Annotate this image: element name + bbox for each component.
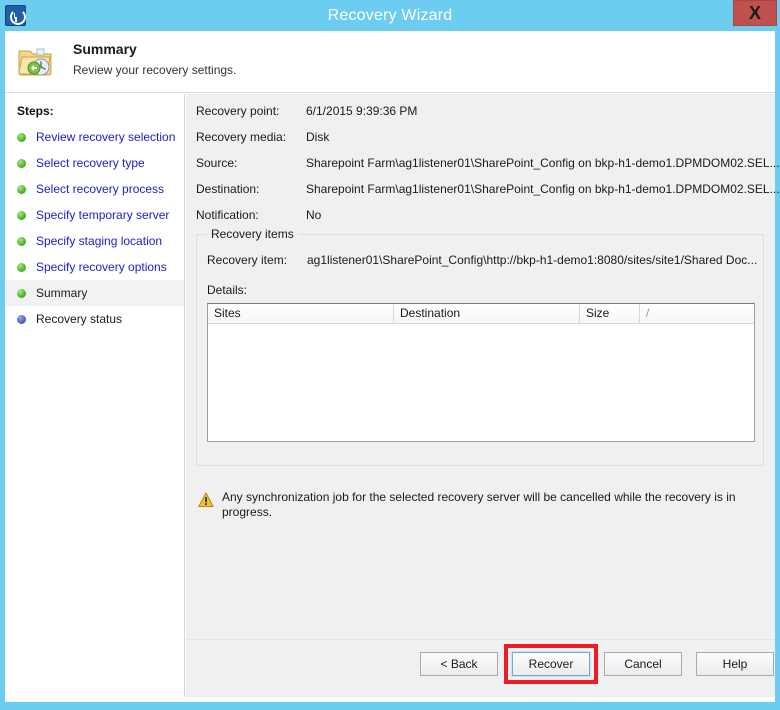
sidebar-step-select-recovery-type[interactable]: Select recovery type [5, 150, 184, 176]
summary-field-recovery-point: Recovery point: 6/1/2015 9:39:36 PM [196, 104, 417, 118]
field-label: Notification: [196, 208, 259, 222]
step-status-icon [17, 262, 26, 272]
column-header-destination[interactable]: Destination [394, 304, 580, 323]
window-title: Recovery Wizard [327, 6, 453, 24]
step-label: Specify temporary server [36, 208, 170, 222]
step-label: Specify recovery options [36, 260, 167, 274]
recover-button[interactable]: Recover [511, 651, 591, 677]
sidebar-step-summary: Summary [5, 280, 184, 306]
column-header-sites[interactable]: Sites [208, 304, 394, 323]
step-label: Select recovery type [36, 156, 145, 170]
summary-field-notification: Notification: No [196, 208, 321, 222]
column-header-size[interactable]: Size [580, 304, 640, 323]
steps-list: Review recovery selection Select recovery… [5, 124, 184, 332]
summary-field-source: Source: Sharepoint Farm\ag1listener01\Sha… [196, 156, 780, 170]
steps-label: Steps: [17, 104, 54, 118]
sidebar-step-specify-temporary-server[interactable]: Specify temporary server [5, 202, 184, 228]
step-label: Specify staging location [36, 234, 163, 248]
field-value: 6/1/2015 9:39:36 PM [306, 104, 418, 118]
step-status-icon [17, 184, 26, 194]
page-title: Summary [73, 41, 137, 57]
footer-bar: < Back Recover Cancel Help [186, 639, 775, 697]
help-button[interactable]: Help [696, 652, 774, 676]
details-label: Details: [207, 283, 248, 297]
step-status-icon [17, 210, 26, 220]
summary-field-recovery-media: Recovery media: Disk [196, 130, 329, 144]
warning-message: Any synchronization job for the selected… [198, 490, 758, 520]
sidebar-step-select-recovery-process[interactable]: Select recovery process [5, 176, 184, 202]
step-status-icon [17, 288, 26, 298]
title-bar: Recovery Wizard X [0, 0, 780, 31]
details-table[interactable]: Sites Destination Size / [207, 303, 755, 442]
table-body [208, 324, 754, 441]
step-label: Summary [36, 286, 88, 300]
back-button[interactable]: < Back [420, 652, 498, 676]
recovery-item-label: Recovery item: [207, 253, 288, 267]
window-bottom-accent [0, 702, 780, 710]
field-value: Sharepoint Farm\ag1listener01\SharePoint… [306, 156, 780, 170]
step-status-icon [17, 236, 26, 246]
cancel-button[interactable]: Cancel [604, 652, 682, 676]
step-label: Review recovery selection [36, 130, 176, 144]
sidebar-step-review-recovery-selection[interactable]: Review recovery selection [5, 124, 184, 150]
recovery-items-legend: Recovery items [207, 227, 298, 241]
step-status-icon [17, 132, 26, 142]
step-status-icon [17, 314, 26, 324]
recovery-items-group: Recovery items Recovery item: ag1listener… [196, 227, 764, 466]
field-label: Recovery media: [196, 130, 287, 144]
steps-sidebar: Steps: Review recovery selection Select r… [5, 94, 185, 697]
warning-triangle-icon [198, 492, 214, 507]
recovery-item-row: Recovery item: ag1listener01\SharePoint_C… [207, 253, 757, 267]
page-subtitle: Review your recovery settings. [73, 63, 237, 77]
folder-recovery-icon [18, 48, 52, 76]
sidebar-step-specify-staging-location[interactable]: Specify staging location [5, 228, 184, 254]
close-button[interactable]: X [733, 0, 777, 26]
table-header-row: Sites Destination Size / [208, 304, 754, 324]
main-pane: Recovery point: 6/1/2015 9:39:36 PM Recove… [186, 94, 780, 697]
column-header-extra[interactable]: / [640, 304, 754, 323]
field-value: Sharepoint Farm\ag1listener01\SharePoint… [306, 182, 780, 196]
step-label: Recovery status [36, 312, 123, 326]
field-value: No [306, 208, 322, 222]
recovery-wizard-window: Recovery Wizard X Summary Review your re… [0, 0, 780, 710]
warning-text: Any synchronization job for the selected… [222, 490, 736, 519]
field-label: Destination: [196, 182, 260, 196]
step-label: Select recovery process [36, 182, 165, 196]
field-label: Source: [196, 156, 238, 170]
field-value: Disk [306, 130, 330, 144]
sidebar-step-specify-recovery-options[interactable]: Specify recovery options [5, 254, 184, 280]
field-label: Recovery point: [196, 104, 280, 118]
sidebar-step-recovery-status: Recovery status [5, 306, 184, 332]
step-status-icon [17, 158, 26, 168]
wizard-header: Summary Review your recovery settings. [5, 31, 775, 93]
recovery-item-value: ag1listener01\SharePoint_Config\http://b… [307, 253, 758, 267]
summary-field-destination: Destination: Sharepoint Farm\ag1listener0… [196, 182, 780, 196]
